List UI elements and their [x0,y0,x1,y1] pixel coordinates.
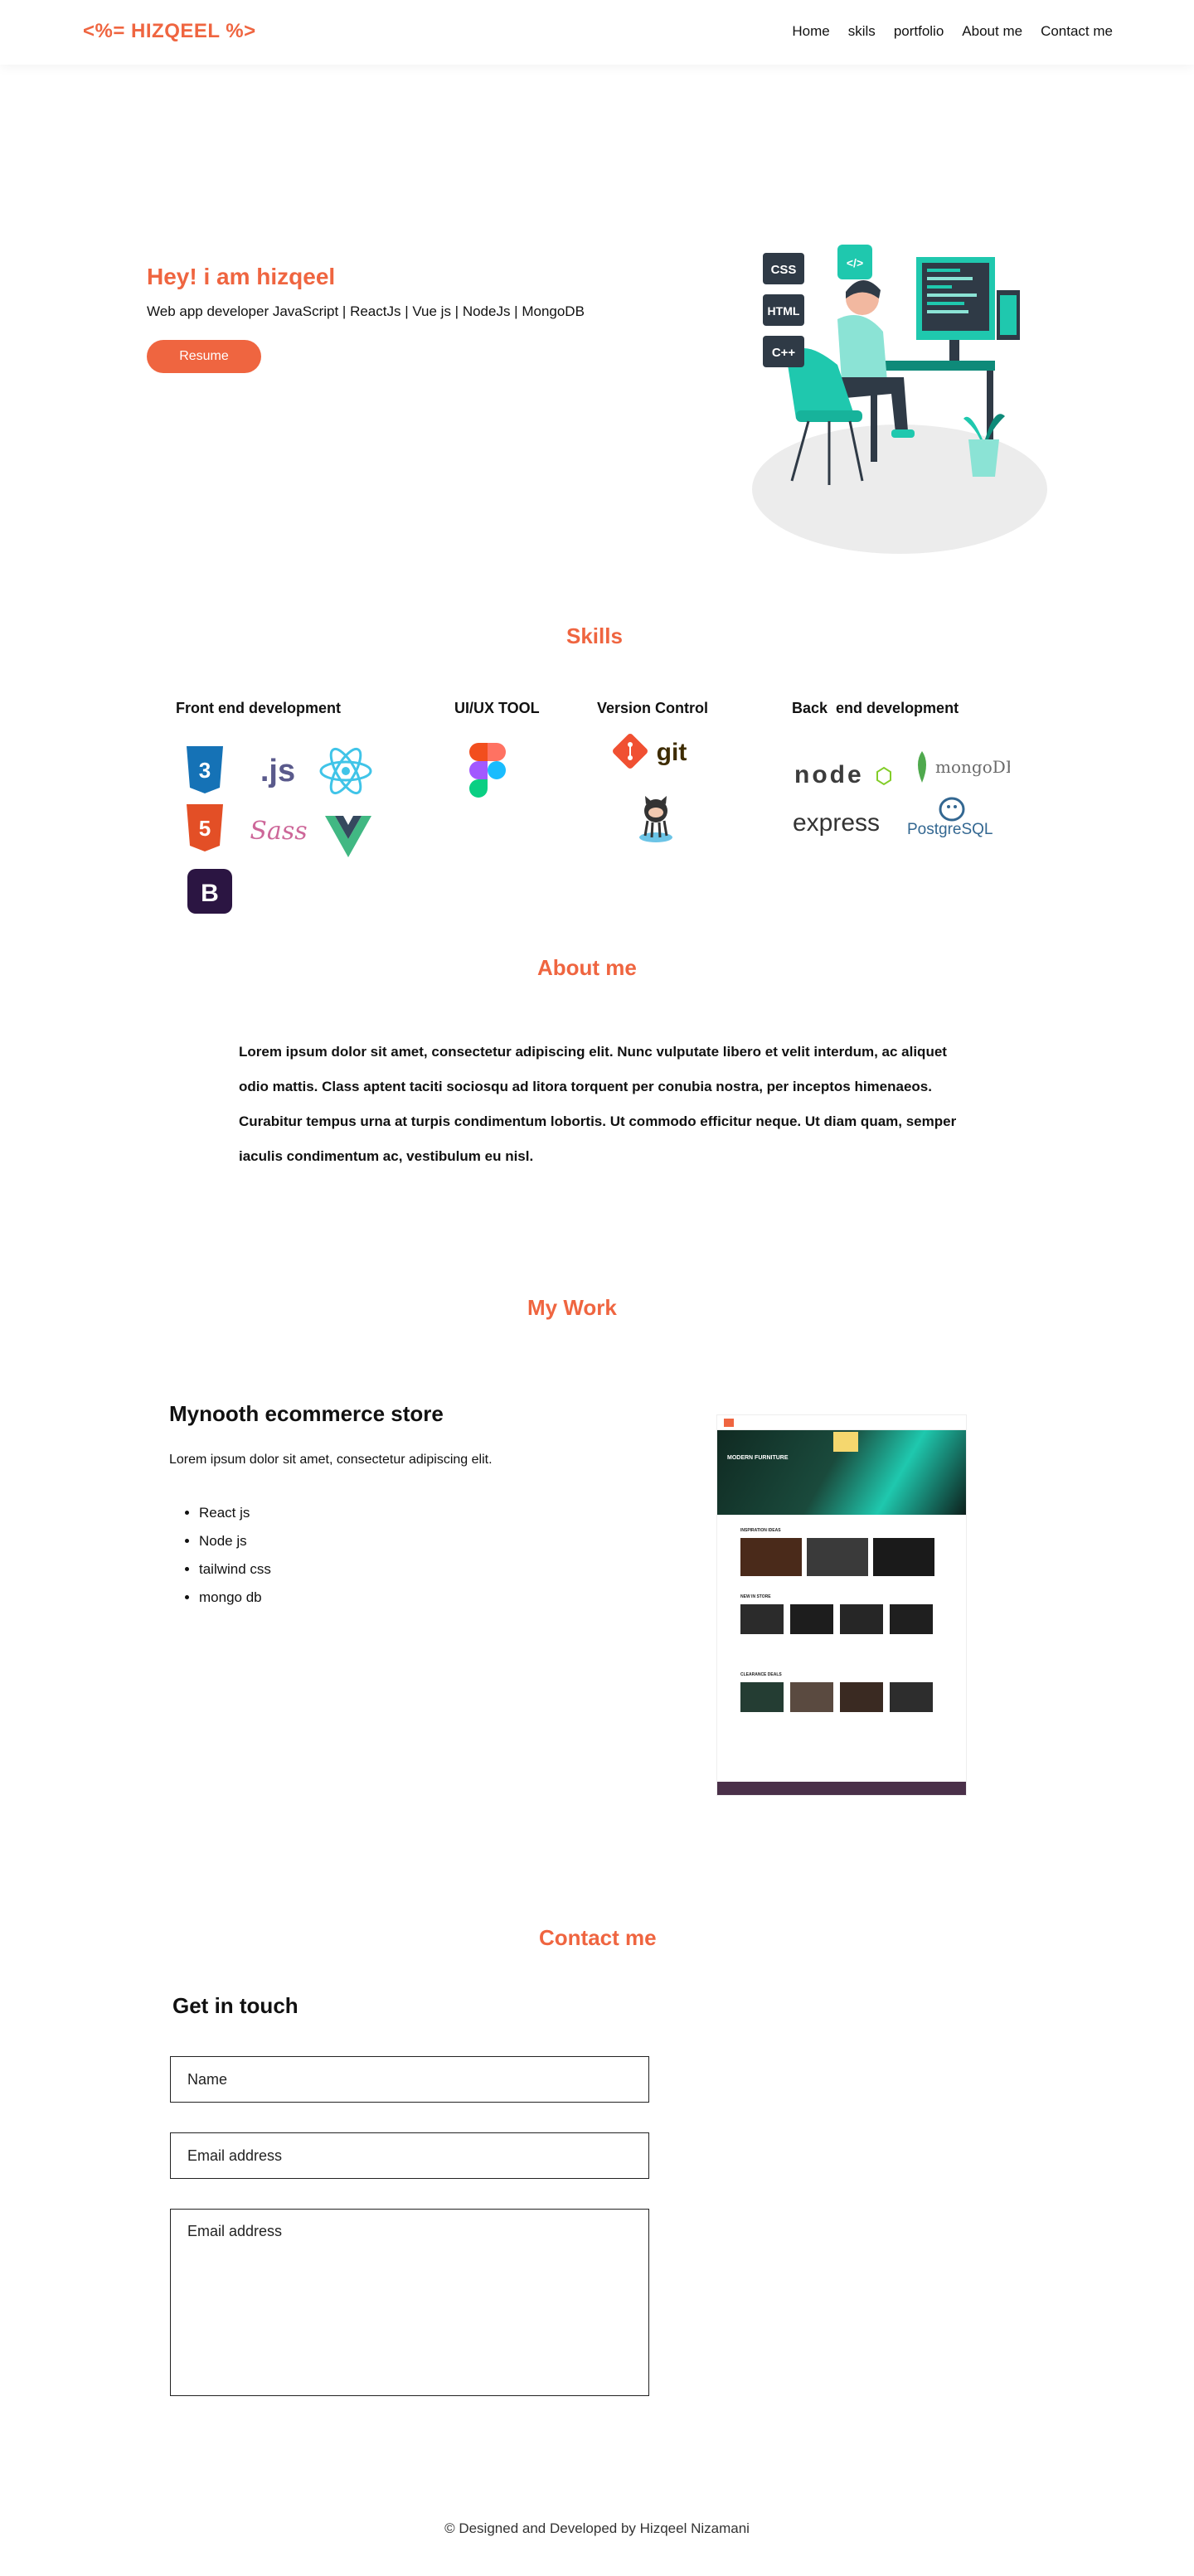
contact-subtitle: Get in touch [172,1993,298,2018]
js-icon: .js [260,754,295,788]
svg-text:.js: .js [260,754,295,788]
react-icon [319,747,372,795]
css-tag: CSS [771,263,797,277]
mongodb-icon: mongoDB [918,751,1010,783]
project-screenshot[interactable]: MODERN FURNITURE INSPIRATION IDEAS NEW I… [716,1414,967,1796]
about-title: About me [537,955,637,980]
svg-text:3: 3 [199,758,211,783]
developer-illustration: CSS HTML C++ </> [752,245,1047,554]
html5-icon: 5 [187,804,223,851]
nav-links: Home skils portfolio About me Contact me [792,23,1113,40]
tech-item: Node js [199,1527,271,1555]
contact-title: Contact me [539,1925,657,1950]
nav-about-link[interactable]: About me [962,23,1022,40]
skills-title: Skills [566,623,623,648]
svg-text:express: express [793,809,880,837]
tech-item: React js [199,1499,271,1527]
svg-text:Sass: Sass [250,817,307,846]
email-input[interactable] [170,2132,649,2179]
postgresql-icon: PostgreSQL [907,797,993,838]
cpp-tag: C++ [772,346,796,360]
resume-button[interactable]: Resume [147,340,261,373]
nav-skills-link[interactable]: skils [848,23,876,40]
svg-text:5: 5 [199,816,211,841]
nav-home-link[interactable]: Home [792,23,829,40]
site-logo[interactable]: <%= HIZQEEL %> [83,20,256,43]
svg-text:mongoDB: mongoDB [935,757,1010,777]
svg-text:node: node [794,761,864,788]
css3-icon: 3 [187,746,223,793]
tech-item: mongo db [199,1584,271,1612]
name-input[interactable] [170,2056,649,2103]
hero-subtitle: Web app developer JavaScript | ReactJs |… [147,303,585,319]
message-textarea[interactable] [170,2209,649,2396]
project-tech-list: React js Node js tailwind css mongo db [199,1499,271,1612]
nav-contact-link[interactable]: Contact me [1041,23,1113,40]
footer-credit: © Designed and Developed by Hizqeel Niza… [444,2520,750,2536]
sass-icon: Sass [250,817,307,846]
skill-group-backend-heading: Back end development [792,700,959,716]
nav-portfolio-link[interactable]: portfolio [894,23,944,40]
github-octocat-icon [639,796,672,842]
hero-greeting: Hey! i am hizqeel [147,264,336,289]
about-text: Lorem ipsum dolor sit amet, consectetur … [239,1044,957,1164]
skill-group-uiux-heading: UI/UX TOOL [454,700,540,716]
project-title: Mynooth ecommerce store [169,1401,444,1426]
html-tag: HTML [768,304,800,318]
screenshot-hero-text: MODERN FURNITURE [727,1455,789,1461]
svg-text:PostgreSQL: PostgreSQL [907,821,993,838]
svg-text:B: B [201,880,219,907]
vue-icon [325,816,371,857]
screenshot-section-label: NEW IN STORE [740,1594,771,1599]
work-title: My Work [527,1295,617,1320]
tech-item: tailwind css [199,1555,271,1584]
skill-group-vcs-heading: Version Control [597,700,709,716]
git-icon: git [613,734,687,769]
top-navbar: <%= HIZQEEL %> Home skils portfolio Abou… [0,0,1194,65]
express-icon: express [793,809,880,837]
bootstrap-icon: B [187,869,232,914]
skill-group-frontend-heading: Front end development [176,700,342,716]
svg-text:git: git [657,739,687,766]
screenshot-section-label: CLEARANCE DEALS [740,1672,782,1677]
code-tag: </> [847,256,863,269]
project-description: Lorem ipsum dolor sit amet, consectetur … [169,1453,493,1467]
nodejs-icon: node [794,761,891,788]
screenshot-section-label: INSPIRATION IDEAS [740,1528,781,1533]
figma-icon [469,743,506,798]
